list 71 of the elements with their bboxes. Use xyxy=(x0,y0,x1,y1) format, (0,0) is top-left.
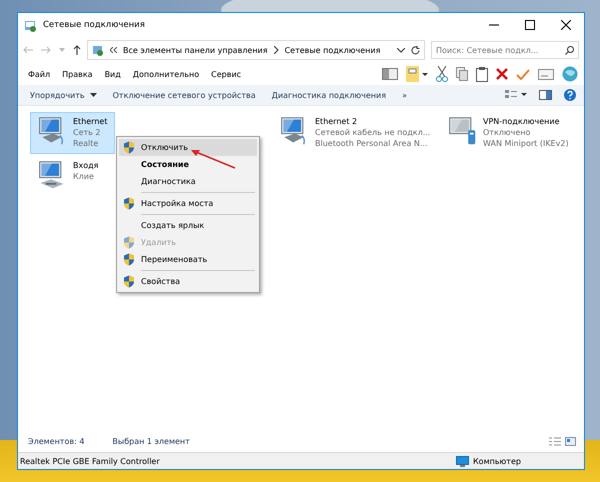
menu-bar-item[interactable]: Вид xyxy=(98,70,127,78)
envelope-icon[interactable] xyxy=(538,68,554,80)
address-bar[interactable]: Все элементы панели управления Сетевые подключения xyxy=(87,40,425,60)
menu-bar-item[interactable]: Правка xyxy=(56,70,99,78)
connection-status: Сеть 2 xyxy=(73,127,102,138)
connection-item[interactable]: Ethernet 2 Сетевой кабель не подкл... Bluetooth Personal Area N... xyxy=(272,112,438,154)
menu-item[interactable]: Создать ярлык xyxy=(119,217,257,234)
menu-item[interactable]: Отключить xyxy=(119,139,257,156)
checkmark-icon[interactable] xyxy=(516,68,530,80)
connection-status: Отключено xyxy=(483,127,532,138)
view-options-icon[interactable] xyxy=(505,90,527,100)
menu-bar-item[interactable]: Файл xyxy=(22,70,56,78)
menu-item[interactable]: Свойства xyxy=(119,273,257,290)
shield-icon xyxy=(123,141,135,154)
window-title: Сетевые подключения xyxy=(43,20,146,30)
connection-name: Ethernet 2 xyxy=(315,116,358,127)
menu-bar-item[interactable]: Сервис xyxy=(205,70,248,78)
up-arrow-icon[interactable] xyxy=(73,45,81,55)
breadcrumb[interactable]: Все элементы панели управления xyxy=(123,46,268,54)
device-name: Realtek PCIe GBE Family Controller xyxy=(20,456,160,466)
maximize-icon[interactable] xyxy=(525,20,535,30)
selection-count: Выбран 1 элемент xyxy=(112,436,190,446)
breadcrumb[interactable]: Сетевые подключения xyxy=(284,46,380,54)
shield-icon xyxy=(123,236,135,249)
connection-status: Сетевой кабель не подкл... xyxy=(315,127,430,138)
delete-icon[interactable] xyxy=(496,68,508,80)
adapter-name: WAN Miniport (IKEv2) xyxy=(483,138,569,149)
command-button[interactable]: Диагностика подключения xyxy=(264,88,394,102)
command-button[interactable]: » xyxy=(394,88,415,102)
menu-item[interactable]: Переименовать xyxy=(119,251,257,268)
preview-pane-icon[interactable] xyxy=(539,90,552,100)
vpn-connection-icon xyxy=(447,116,477,146)
close-icon[interactable] xyxy=(561,20,571,30)
connection-name: VPN-подключение xyxy=(483,116,561,127)
shield-icon xyxy=(123,275,135,288)
tiles-view-icon[interactable] xyxy=(565,436,576,446)
security-zone: Компьютер xyxy=(473,456,521,466)
copy-icon[interactable] xyxy=(456,67,468,81)
connection-name: Ethernet xyxy=(73,116,108,127)
command-button[interactable]: Отключение сетевого устройства xyxy=(104,88,264,102)
search-field[interactable]: Поиск: Сетевые подкл... xyxy=(431,41,579,59)
double-chevron-icon xyxy=(110,47,117,53)
menu-item[interactable]: Диагностика xyxy=(119,173,257,190)
connection-item[interactable]: VPN-подключение Отключено WAN Miniport (IKEv2) xyxy=(440,112,600,154)
chevron-icon xyxy=(274,46,279,54)
command-button[interactable]: Упорядочить xyxy=(22,88,105,102)
details-view-icon[interactable] xyxy=(549,436,561,446)
item-count: Элементов: 4 xyxy=(28,436,84,446)
connection-status: Клие xyxy=(73,171,95,182)
globe-icon[interactable] xyxy=(562,66,578,82)
menu-bar-item[interactable]: Дополнительно xyxy=(126,70,206,78)
note-icon[interactable] xyxy=(406,66,428,82)
menu-item[interactable]: Настройка моста xyxy=(119,195,257,212)
search-icon xyxy=(565,46,574,55)
adapter-name: Realte xyxy=(73,138,100,149)
annotation-arrow xyxy=(190,149,236,169)
connection-item[interactable]: Ethernet Сеть 2 Realte xyxy=(30,112,115,154)
adapter-name: Bluetooth Personal Area N... xyxy=(315,138,428,149)
shield-icon xyxy=(123,197,135,210)
scissors-icon[interactable] xyxy=(436,66,448,82)
monitor-icon xyxy=(456,456,469,466)
refresh-icon[interactable] xyxy=(411,46,420,54)
help-icon[interactable] xyxy=(564,89,576,101)
caret-icon[interactable] xyxy=(397,48,405,52)
menu-item[interactable]: Состояние xyxy=(119,156,257,173)
clipboard-icon[interactable] xyxy=(476,66,488,82)
connection-name: Входя xyxy=(73,160,98,171)
connection-item[interactable]: Входя Клие xyxy=(30,156,115,198)
shield-icon xyxy=(123,253,135,266)
pane-icon[interactable] xyxy=(382,68,398,80)
caret-icon xyxy=(90,93,97,97)
